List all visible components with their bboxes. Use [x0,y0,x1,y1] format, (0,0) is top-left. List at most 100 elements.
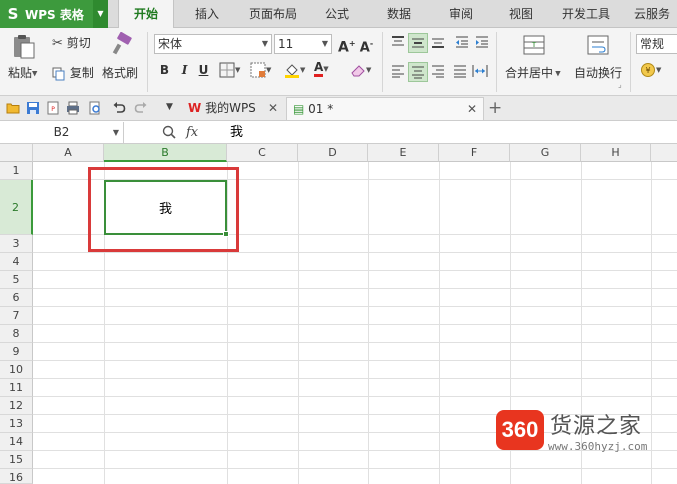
tab-developer[interactable]: 开发工具 [558,0,614,28]
row-header-9[interactable]: 9 [0,343,33,361]
font-color-button[interactable]: A▼ [314,61,329,77]
tab-cloud-services[interactable]: 云服务 [628,0,676,28]
print-preview-icon[interactable] [88,101,102,115]
merge-center-icon-button[interactable]: T [522,33,546,57]
wrap-text-label: 自动换行 [574,66,623,80]
copy-button[interactable]: 复制 [52,64,94,81]
column-header-overflow[interactable] [651,144,677,162]
row-header-16[interactable]: 16 [0,469,33,484]
row-header-6[interactable]: 6 [0,289,33,307]
merge-center-button[interactable]: 合并居中 ▼ [505,64,561,81]
format-painter-button[interactable]: 格式刷 [102,64,138,81]
gridline [33,378,677,379]
open-folder-icon[interactable] [6,101,20,115]
clear-format-button[interactable]: ▼ [350,62,371,78]
doc-tab-01[interactable]: ▤ 01 * ✕ [286,97,484,120]
format-painter-icon-button[interactable] [110,32,134,56]
close-tab-icon[interactable]: ✕ [268,97,278,120]
column-header-g[interactable]: G [510,144,581,162]
paste-button[interactable] [10,32,38,60]
font-name-select[interactable]: 宋体 ▼ [154,34,272,54]
tab-start[interactable]: 开始 [118,0,174,29]
italic-button[interactable]: I [176,62,193,79]
bold-button[interactable]: B [156,62,173,79]
underline-button[interactable]: U [195,62,212,79]
ribbon-divider [382,32,383,92]
align-center-button[interactable] [408,62,428,82]
row-header-10[interactable]: 10 [0,361,33,379]
tab-data[interactable]: 数据 [380,0,418,28]
distributed-align-button[interactable] [472,63,488,79]
align-top-button[interactable] [390,34,406,50]
close-tab-icon[interactable]: ✕ [467,98,477,121]
row-header-12[interactable]: 12 [0,397,33,415]
cut-button[interactable]: ✂ 剪切 [52,34,91,51]
export-pdf-icon[interactable]: P [46,101,60,115]
column-header-a[interactable]: A [33,144,104,162]
column-header-c[interactable]: C [227,144,298,162]
column-header-f[interactable]: F [439,144,510,162]
font-size-select[interactable]: 11 ▼ [274,34,332,54]
wps-logo-icon: S [7,5,19,23]
row-header-11[interactable]: 11 [0,379,33,397]
wrap-text-button[interactable]: 自动换行 [574,64,622,81]
zoom-search-icon[interactable] [162,125,176,139]
number-format-select[interactable]: 常规 [636,34,677,54]
align-left-button[interactable] [390,63,406,79]
tab-formulas[interactable]: 公式 [318,0,356,28]
undo-icon[interactable] [112,101,126,115]
fill-color-button[interactable]: ▼ [284,62,305,78]
fill-bucket-icon [285,64,299,78]
tab-page-layout[interactable]: 页面布局 [242,0,304,28]
row-header-13[interactable]: 13 [0,415,33,433]
row-header-1[interactable]: 1 [0,162,33,180]
formula-input[interactable]: 我 [230,122,243,143]
row-header-4[interactable]: 4 [0,253,33,271]
redo-icon[interactable] [134,101,148,115]
font-color-icon: A [314,61,324,77]
row-header-2[interactable]: 2 [0,180,33,235]
decrease-font-size-button[interactable]: A- [358,35,375,55]
borders-button[interactable]: ▼ [219,62,240,78]
column-header-e[interactable]: E [368,144,439,162]
app-menu-dropdown-icon[interactable]: ▼ [93,0,108,28]
align-middle-button[interactable] [408,33,428,53]
borders-icon [219,62,235,78]
save-icon[interactable] [26,101,40,115]
decrease-indent-button[interactable] [454,34,470,50]
row-header-8[interactable]: 8 [0,325,33,343]
gridline [33,396,677,397]
currency-format-button[interactable]: ¥ ▼ [640,62,661,78]
eraser-icon [351,65,365,77]
column-header-h[interactable]: H [581,144,651,162]
select-all-corner[interactable] [0,144,33,162]
print-icon[interactable] [66,101,80,115]
wrap-text-icon-button[interactable] [586,33,610,57]
doc-tab-my-wps[interactable]: W 我的WPS ✕ [184,97,284,120]
tab-view[interactable]: 视图 [502,0,540,28]
insert-function-button[interactable]: fx [186,122,198,143]
column-header-d[interactable]: D [298,144,368,162]
customize-toolbar-icon[interactable]: ▼ [166,102,173,112]
align-bottom-button[interactable] [430,34,446,50]
row-header-5[interactable]: 5 [0,271,33,289]
paste-label-button[interactable]: 粘贴▼ [8,64,37,81]
increase-indent-button[interactable] [474,34,490,50]
new-tab-button[interactable]: + [488,98,502,118]
row-header-15[interactable]: 15 [0,451,33,469]
gridline [33,324,677,325]
align-right-button[interactable] [430,63,446,79]
tab-review[interactable]: 审阅 [442,0,480,28]
row-header-3[interactable]: 3 [0,235,33,253]
cell-style-button[interactable]: ▼ [250,62,271,78]
row-header-7[interactable]: 7 [0,307,33,325]
alignment-dialog-launcher[interactable]: ⌟ [618,80,622,89]
column-header-b[interactable]: B [104,144,227,162]
tab-insert[interactable]: 插入 [186,0,228,28]
name-box[interactable]: B2 ▼ [0,122,124,143]
justify-button[interactable] [452,63,468,79]
row-header-14[interactable]: 14 [0,433,33,451]
app-menu-button[interactable]: S WPS 表格 ▼ [0,0,108,28]
chevron-down-icon: ▼ [261,39,268,48]
increase-font-size-button[interactable]: A+ [338,35,356,56]
